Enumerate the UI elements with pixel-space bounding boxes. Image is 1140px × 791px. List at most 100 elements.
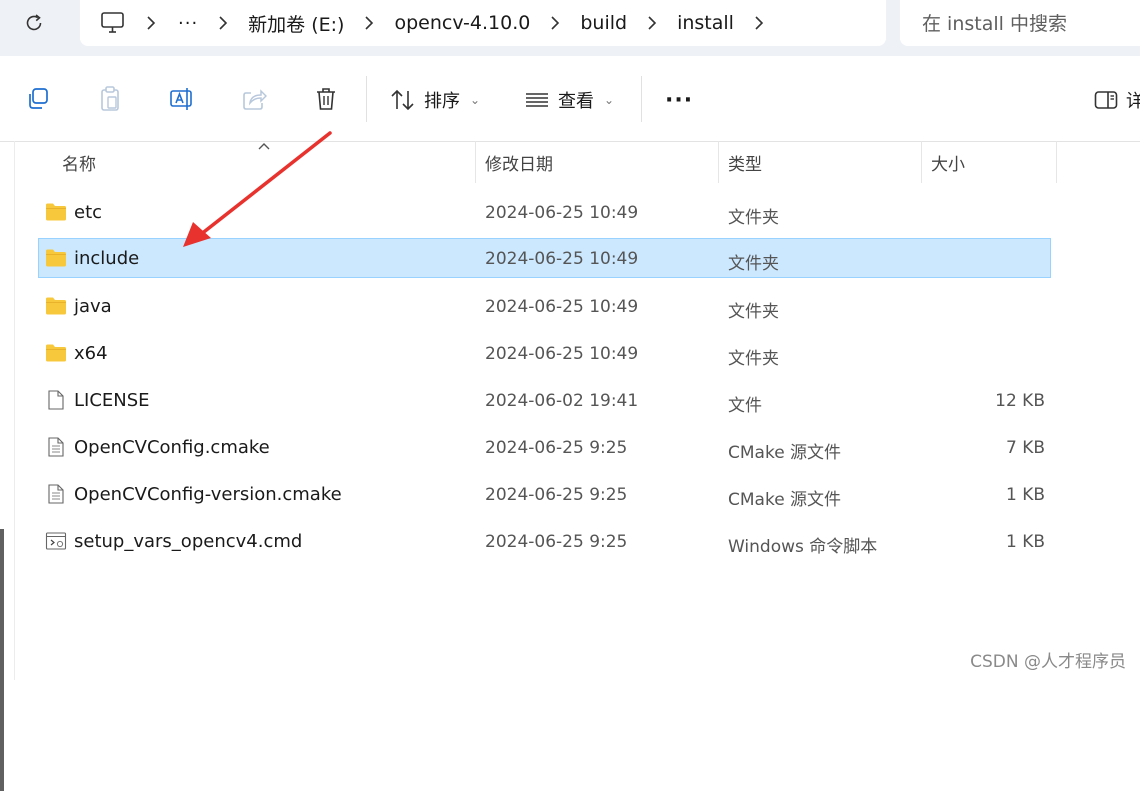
command-bar: 排序 ⌄ 查看 ⌄ ··· 详 — [0, 56, 1140, 142]
more-options-label: ··· — [665, 87, 694, 113]
file-date: 2024-06-25 10:49 — [485, 344, 639, 364]
text-file-icon — [48, 484, 64, 504]
details-pane-icon — [1094, 91, 1118, 109]
file-size: 1 KB — [1005, 532, 1045, 552]
delete-button[interactable] — [309, 82, 343, 116]
chevron-right-icon[interactable] — [360, 16, 378, 30]
file-row[interactable]: etc 2024-06-25 10:49 文件夹 — [38, 192, 1051, 232]
file-name: include — [74, 248, 140, 269]
chevron-right-icon[interactable] — [643, 16, 661, 30]
file-name: setup_vars_opencv4.cmd — [74, 531, 303, 552]
nav-pane-scrollbar[interactable] — [0, 529, 4, 791]
view-icon — [526, 93, 548, 107]
rename-button[interactable] — [165, 82, 199, 116]
file-date: 2024-06-02 19:41 — [485, 391, 639, 411]
chevron-down-icon: ⌄ — [604, 93, 615, 107]
file-type: CMake 源文件 — [728, 443, 842, 463]
search-input[interactable] — [920, 10, 1139, 38]
folder-icon — [46, 249, 66, 267]
file-type: 文件 — [728, 396, 762, 416]
text-file-icon — [48, 437, 64, 457]
column-header-name[interactable]: 名称 — [62, 141, 96, 183]
chevron-right-icon[interactable] — [546, 16, 564, 30]
file-list: 名称 修改日期 类型 大小 etc 2024-06-25 10:49 文件夹 i… — [0, 141, 1140, 791]
column-header-date-label: 修改日期 — [485, 154, 553, 175]
file-row[interactable]: LICENSE 2024-06-02 19:41 文件 12 KB — [38, 380, 1051, 420]
breadcrumb[interactable]: ··· 新加卷 (E:) opencv-4.10.0 build install — [80, 0, 886, 46]
folder-icon — [46, 344, 66, 362]
more-options-button[interactable]: ··· — [665, 84, 693, 116]
copy-icon — [29, 88, 48, 109]
chevron-right-icon[interactable] — [214, 16, 232, 30]
column-header-date[interactable]: 修改日期 — [485, 141, 553, 183]
file-type: CMake 源文件 — [728, 490, 842, 510]
file-row[interactable]: OpenCVConfig.cmake 2024-06-25 9:25 CMake… — [38, 427, 1051, 467]
chevron-down-icon: ⌄ — [470, 93, 481, 107]
column-divider[interactable] — [718, 141, 719, 183]
breadcrumb-item-drive[interactable]: 新加卷 (E:) — [248, 10, 344, 37]
file-type: 文件夹 — [728, 208, 779, 228]
sort-ascending-icon — [258, 143, 270, 150]
column-divider[interactable] — [1056, 141, 1057, 183]
file-name: etc — [74, 202, 103, 223]
file-row[interactable]: x64 2024-06-25 10:49 文件夹 — [38, 333, 1051, 373]
chevron-right-icon[interactable] — [142, 16, 160, 30]
paste-icon — [101, 86, 119, 111]
file-name: java — [74, 296, 112, 317]
file-type: 文件夹 — [728, 349, 779, 369]
file-date: 2024-06-25 9:25 — [485, 438, 628, 458]
view-label: 查看 — [558, 91, 594, 112]
file-name: OpenCVConfig.cmake — [74, 437, 270, 458]
breadcrumb-item-opencv[interactable]: opencv-4.10.0 — [394, 12, 530, 34]
details-pane-button[interactable]: 详 — [1094, 84, 1140, 116]
column-divider[interactable] — [475, 141, 476, 183]
paste-button[interactable] — [93, 82, 127, 116]
file-size: 7 KB — [1005, 438, 1045, 458]
rename-icon — [170, 88, 192, 110]
column-divider[interactable] — [921, 141, 922, 183]
file-size: 1 KB — [1005, 485, 1045, 505]
details-pane-label: 详 — [1126, 91, 1140, 112]
file-row[interactable]: java 2024-06-25 10:49 文件夹 — [38, 286, 1051, 326]
view-menu-button[interactable]: 查看 ⌄ — [524, 84, 614, 116]
column-header-type[interactable]: 类型 — [728, 141, 762, 183]
watermark: CSDN @人才程序员 — [970, 652, 1126, 672]
script-file-icon — [45, 532, 67, 550]
column-header-type-label: 类型 — [728, 154, 762, 175]
refresh-icon — [26, 14, 42, 31]
breadcrumb-item-build[interactable]: build — [580, 12, 627, 34]
file-type: 文件夹 — [728, 254, 779, 274]
sort-label: 排序 — [424, 91, 460, 112]
sort-icon — [391, 89, 414, 111]
refresh-button[interactable] — [16, 6, 52, 40]
column-header-size-label: 大小 — [931, 154, 965, 175]
file-name: OpenCVConfig-version.cmake — [74, 484, 342, 505]
file-date: 2024-06-25 10:49 — [485, 203, 639, 223]
toolbar-divider — [641, 76, 642, 122]
file-type: 文件夹 — [728, 302, 779, 322]
file-row[interactable]: setup_vars_opencv4.cmd 2024-06-25 9:25 W… — [38, 521, 1051, 561]
share-icon — [243, 89, 267, 110]
file-row-selected[interactable]: include 2024-06-25 10:49 文件夹 — [38, 238, 1051, 278]
address-bar-row: ··· 新加卷 (E:) opencv-4.10.0 build install — [0, 0, 1140, 56]
copy-button[interactable] — [21, 82, 55, 116]
this-pc-icon[interactable] — [100, 11, 126, 35]
file-name: LICENSE — [74, 390, 150, 411]
share-button[interactable] — [237, 82, 271, 116]
breadcrumb-item-install[interactable]: install — [677, 12, 734, 34]
nav-pane-edge — [14, 141, 15, 680]
chevron-right-icon[interactable] — [750, 16, 768, 30]
search-box[interactable] — [900, 0, 1140, 46]
toolbar-divider — [366, 76, 367, 122]
file-size: 12 KB — [995, 391, 1045, 411]
file-date: 2024-06-25 10:49 — [485, 249, 639, 269]
file-row[interactable]: OpenCVConfig-version.cmake 2024-06-25 9:… — [38, 474, 1051, 514]
file-icon — [48, 390, 64, 410]
column-header-size[interactable]: 大小 — [931, 141, 965, 183]
file-type: Windows 命令脚本 — [728, 537, 878, 557]
file-date: 2024-06-25 9:25 — [485, 532, 628, 552]
file-date: 2024-06-25 10:49 — [485, 297, 639, 317]
column-header-name-label: 名称 — [62, 154, 96, 175]
sort-menu-button[interactable]: 排序 ⌄ — [390, 84, 480, 116]
breadcrumb-overflow-button[interactable]: ··· — [178, 13, 198, 34]
